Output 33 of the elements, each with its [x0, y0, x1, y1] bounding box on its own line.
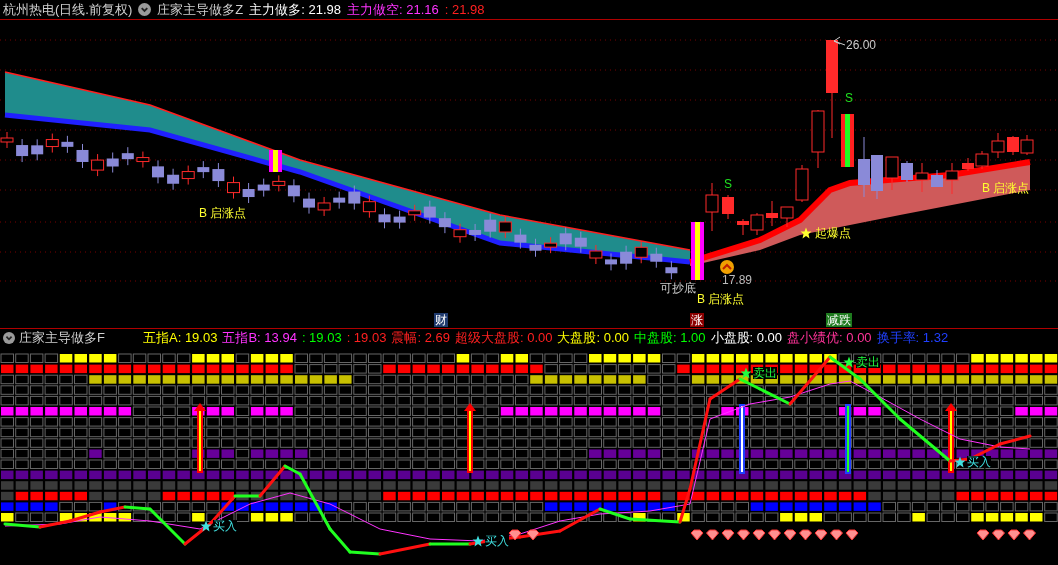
signal-label: 卖出 — [753, 367, 777, 379]
indicator-reading: 超级大盘股: 0.00 — [454, 329, 553, 348]
signal-label: B 启涨点 — [697, 293, 745, 305]
indicator-reading: 五指A: 19.03 — [143, 329, 218, 348]
indicator-reading: 五指B: 13.94 — [222, 329, 297, 348]
event-marker: 财 — [434, 313, 448, 327]
signal-label: 买入 — [485, 535, 509, 547]
price-label: 17.89 — [722, 274, 753, 286]
signal-label: S — [724, 178, 732, 190]
indicator-reading: : 21.98 — [444, 0, 485, 19]
event-marker: 减跌 — [826, 313, 852, 327]
signal-label: B 启涨点 — [982, 182, 1030, 194]
indicator-reading: 盘小绩优: 0.00 — [787, 329, 872, 348]
indicator-reading: 主力做多: 21.98 — [249, 0, 341, 19]
event-marker: 涨 — [690, 313, 704, 327]
signal-label: S — [845, 92, 853, 104]
signal-label: B 启涨点 — [199, 207, 247, 219]
signal-label: 可抄底 — [660, 282, 696, 294]
stock-name: 杭州热电(日线.前复权) — [3, 0, 133, 19]
price-label: 26.00 — [846, 39, 877, 51]
indicator-name[interactable]: 庄家主导做多Z — [157, 0, 244, 20]
indicator-reading: 中盘股: 1.00 — [634, 329, 706, 348]
indicator-reading: 换手率: 1.32 — [876, 329, 949, 348]
indicator-reading: : 19.03 — [346, 329, 387, 348]
indicator-reading: 主力做空: 21.16 — [347, 0, 439, 19]
signal-label: 买入 — [213, 520, 237, 532]
indicator-reading: : 19.03 — [301, 329, 342, 348]
indicator-reading: 小盘股: 0.00 — [710, 329, 783, 348]
indicator-name[interactable]: 庄家主导做多F — [19, 328, 105, 348]
signal-label: 起爆点 — [815, 227, 851, 239]
indicator-reading: 震幅: 2.69 — [391, 329, 450, 348]
signal-label: 卖出 — [856, 356, 880, 368]
indicator-reading: 大盘股: 0.00 — [557, 329, 629, 348]
